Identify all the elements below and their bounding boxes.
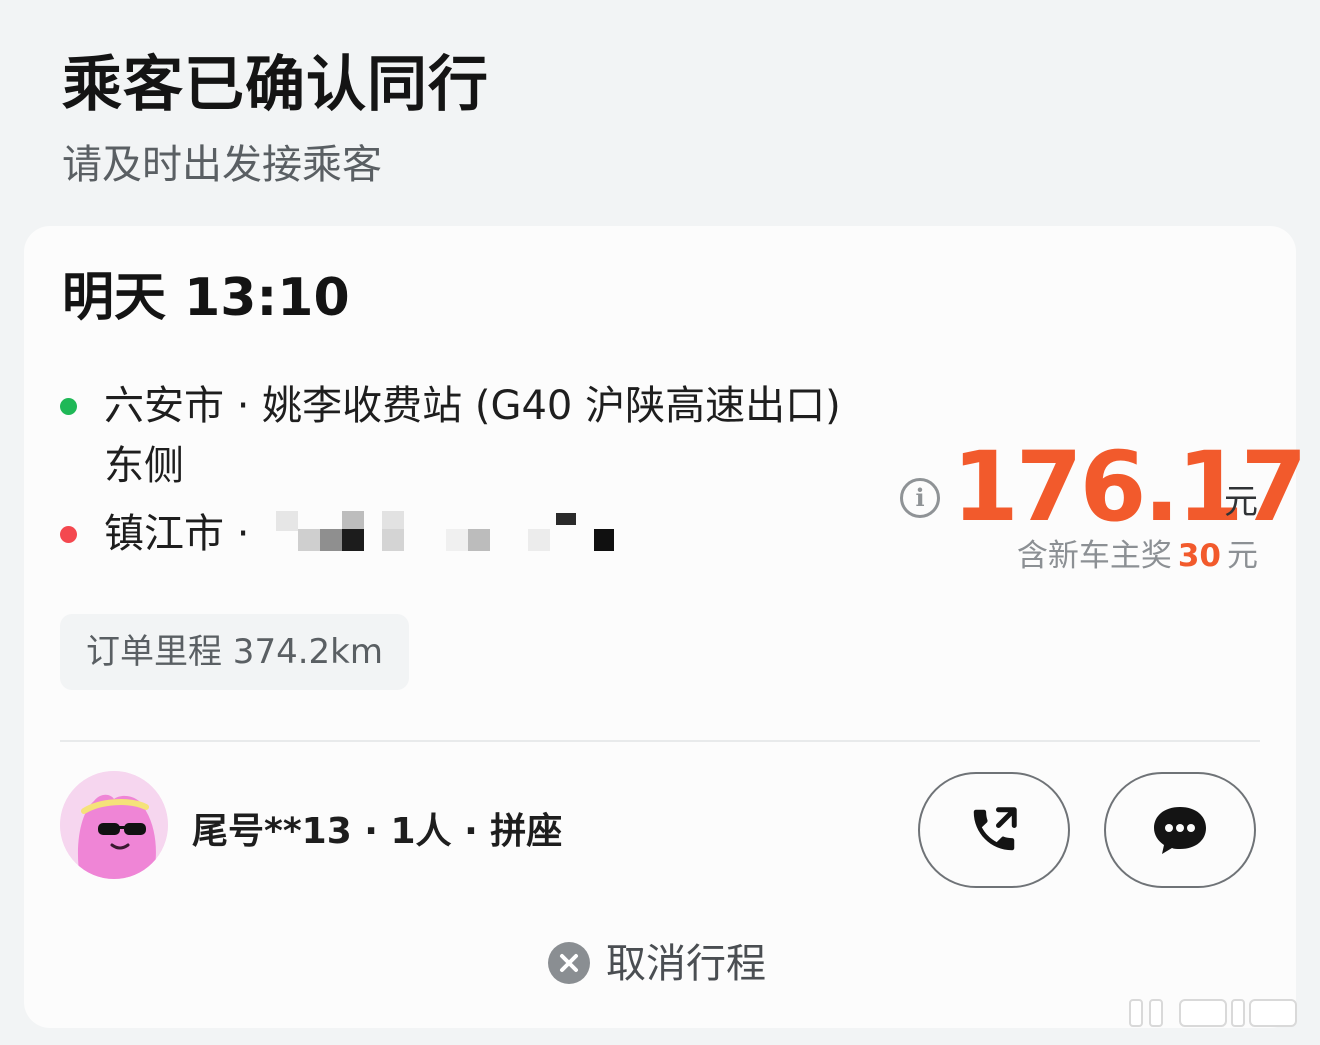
close-circle-icon xyxy=(548,942,590,984)
divider xyxy=(60,740,1260,742)
distance-chip: 订单里程 374.2km xyxy=(60,614,409,690)
origin-city: 六安市 xyxy=(104,383,224,429)
phone-call-icon xyxy=(973,807,1017,851)
price-block: i 176.17 元 含新车主奖 30 元 xyxy=(858,432,1307,574)
trip-time: 明天 13:10 xyxy=(62,268,350,328)
bonus-unit: 元 xyxy=(1227,538,1258,574)
bonus-prefix: 含新车主奖 xyxy=(1016,538,1172,574)
watermark-graphic xyxy=(1120,992,1310,1032)
page-title: 乘客已确认同行 xyxy=(62,50,489,120)
destination-stop[interactable]: 镇江市 · xyxy=(60,504,880,564)
destination-city: 镇江市 xyxy=(104,511,224,557)
origin-separator: · xyxy=(224,383,263,429)
destination-address-blurred xyxy=(266,509,626,553)
chat-bubble-icon xyxy=(1154,807,1206,854)
message-button[interactable] xyxy=(1104,772,1256,888)
bonus-line: 含新车主奖 30 元 xyxy=(1017,536,1258,576)
call-button[interactable] xyxy=(918,772,1070,888)
bonus-amount: 30 xyxy=(1177,538,1221,574)
info-icon[interactable]: i xyxy=(900,478,940,518)
order-confirmed-page: 乘客已确认同行 请及时出发接乘客 明天 13:10 六安市 · 姚李收费站 (G… xyxy=(0,0,1320,1045)
passenger-info: 尾号**13 · 1人 · 拼座 xyxy=(192,811,563,852)
origin-dot xyxy=(60,398,77,415)
destination-dot xyxy=(60,526,77,543)
origin-stop[interactable]: 六安市 · 姚李收费站 (G40 沪陕高速出口) 东侧 xyxy=(60,376,880,496)
price-unit: 元 xyxy=(1224,482,1258,522)
cancel-trip-label: 取消行程 xyxy=(606,941,766,987)
destination-separator: · xyxy=(224,511,263,557)
page-subtitle: 请及时出发接乘客 xyxy=(62,142,382,188)
route-list: 六安市 · 姚李收费站 (G40 沪陕高速出口) 东侧 镇江市 · xyxy=(60,376,880,564)
avatar-character-icon xyxy=(60,771,168,879)
trip-card: 明天 13:10 六安市 · 姚李收费站 (G40 沪陕高速出口) 东侧 镇江市… xyxy=(24,226,1307,1028)
passenger-avatar[interactable] xyxy=(60,771,168,879)
